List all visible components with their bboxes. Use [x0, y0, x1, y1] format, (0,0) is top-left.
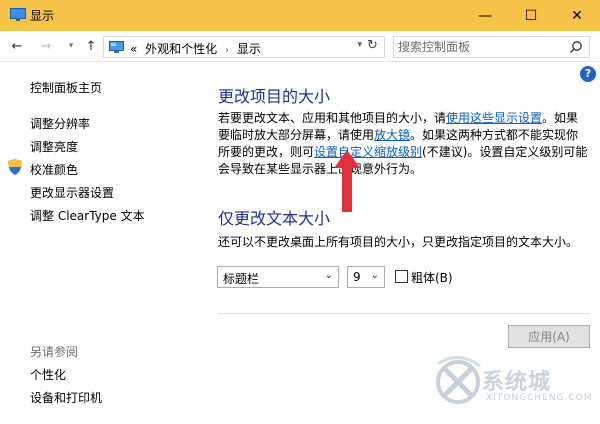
element-select-value: 标题栏: [223, 272, 260, 286]
watermark-url: XITONGCHENG.COM: [486, 393, 593, 403]
annotation-arrow-icon: [334, 150, 360, 212]
minimize-button[interactable]: —: [462, 0, 508, 31]
chevron-down-icon: ⌄: [370, 270, 379, 281]
breadcrumb-overflow[interactable]: «: [130, 42, 137, 56]
magnifier-link[interactable]: 放大镜: [374, 128, 410, 142]
navigation-bar: ← → ▾ ↑ « 外观和个性化 › 显示 ▾ ↻: [0, 31, 600, 62]
custom-scaling-link[interactable]: 设置自定义缩放级别: [314, 145, 422, 159]
close-button[interactable]: ✕: [554, 0, 600, 31]
refresh-button[interactable]: ↻: [364, 38, 381, 56]
font-size-select[interactable]: 9 ⌄: [347, 266, 385, 288]
breadcrumb-display[interactable]: 显示: [237, 42, 261, 56]
font-size-select-value: 9: [353, 270, 361, 284]
title-bar: 显示 — ☐ ✕: [0, 0, 600, 31]
search-box[interactable]: [393, 36, 590, 58]
search-input[interactable]: [398, 39, 563, 55]
uac-shield-icon: [8, 159, 22, 175]
change-item-size-description: 若要更改文本、应用和其他项目的大小，请使用这些显示设置。如果要临时放大部分屏幕，…: [218, 110, 590, 178]
address-dropdown-icon[interactable]: ▾: [357, 40, 362, 50]
sidebar-item-calibrate-color[interactable]: 校准颜色: [30, 161, 78, 178]
sidebar-item-adjust-resolution[interactable]: 调整分辨率: [30, 115, 90, 132]
chevron-right-icon[interactable]: ›: [225, 45, 229, 56]
sidebar-item-adjust-cleartype[interactable]: 调整 ClearType 文本: [30, 207, 145, 224]
description-text-1: 若要更改文本、应用和其他项目的大小，请: [218, 111, 447, 125]
use-display-settings-link[interactable]: 使用这些显示设置: [446, 111, 542, 125]
display-app-icon: [10, 8, 26, 21]
control-panel-icon: [109, 41, 124, 53]
change-text-size-description: 还可以不更改桌面上所有项目的大小，只更改指定项目的文本大小。: [218, 235, 579, 249]
see-also-heading: 另请参阅: [30, 345, 79, 359]
element-select[interactable]: 标题栏 ⌄: [217, 266, 339, 288]
maximize-button[interactable]: ☐: [508, 0, 554, 31]
window-title: 显示: [30, 9, 55, 23]
up-button[interactable]: ↑: [82, 37, 100, 55]
sidebar-item-control-panel-home[interactable]: 控制面板主页: [30, 79, 102, 96]
breadcrumb: « 外观和个性化 › 显示: [130, 40, 261, 57]
address-bar[interactable]: « 外观和个性化 › 显示 ▾ ↻: [103, 36, 385, 58]
see-also-personalization[interactable]: 个性化: [30, 366, 66, 383]
divider: [218, 313, 590, 314]
see-also-devices-and-printers[interactable]: 设备和打印机: [30, 389, 102, 406]
watermark-brand: 系统城: [482, 370, 552, 395]
change-text-size-heading: 仅更改文本大小: [218, 209, 331, 228]
help-icon[interactable]: ?: [580, 66, 596, 82]
bold-checkbox-label[interactable]: 粗体(B): [411, 269, 453, 286]
breadcrumb-appearance[interactable]: 外观和个性化: [145, 42, 217, 56]
forward-button[interactable]: →: [37, 37, 55, 55]
search-icon[interactable]: [569, 40, 583, 54]
sidebar-item-adjust-brightness[interactable]: 调整亮度: [30, 138, 78, 155]
change-item-size-heading: 更改项目的大小: [218, 87, 331, 106]
sidebar-item-change-display-settings[interactable]: 更改显示器设置: [30, 184, 114, 201]
back-button[interactable]: ←: [8, 37, 26, 55]
bold-checkbox[interactable]: [395, 270, 408, 283]
chevron-down-icon: ⌄: [324, 270, 333, 281]
recent-locations-button[interactable]: ▾: [62, 37, 80, 55]
apply-button[interactable]: 应用(A): [508, 325, 590, 348]
